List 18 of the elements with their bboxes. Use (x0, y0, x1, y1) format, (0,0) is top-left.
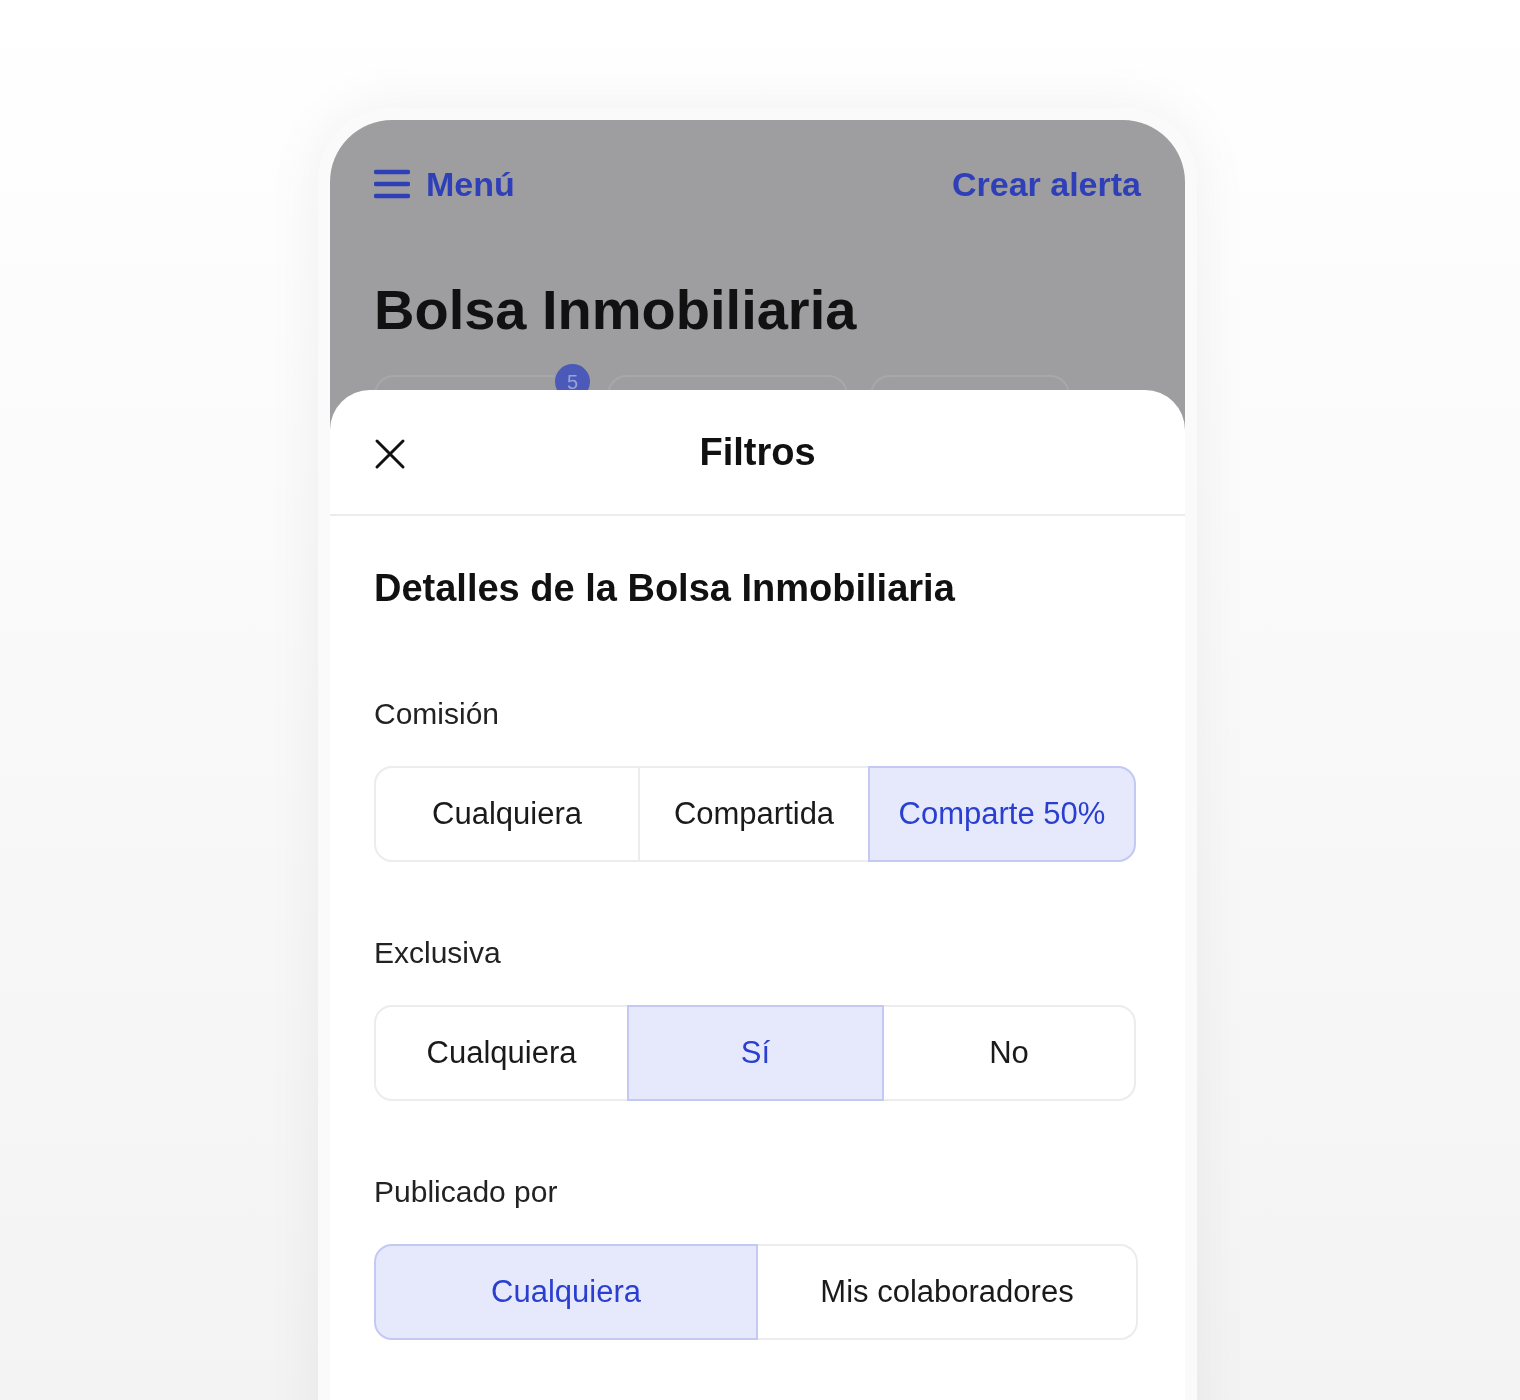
group-label: Exclusiva (374, 935, 502, 971)
segment-option[interactable]: Mis colaboradores (756, 1244, 1138, 1340)
group-label: Publicado por (374, 1174, 559, 1210)
segment-option[interactable]: Sí (627, 1005, 884, 1101)
segment-option[interactable]: Cualquiera (374, 766, 640, 862)
sheet-title: Filtros (699, 429, 816, 475)
close-button[interactable] (374, 438, 406, 470)
segment-option[interactable]: Cualquiera (374, 1244, 758, 1340)
section-title: Detalles de la Bolsa Inmobiliaria (374, 566, 956, 611)
segment-option[interactable]: Cualquiera (374, 1005, 629, 1101)
close-icon (374, 438, 406, 470)
group-label: Comisión (374, 696, 501, 732)
menu-icon (374, 168, 410, 200)
count-badge: 5 (555, 364, 590, 390)
segment-option[interactable]: Comparte 50% (868, 766, 1136, 862)
segment-option[interactable]: No (882, 1005, 1136, 1101)
segment-option[interactable]: Compartida (638, 766, 870, 862)
page-title: Bolsa Inmobiliaria (374, 282, 858, 338)
